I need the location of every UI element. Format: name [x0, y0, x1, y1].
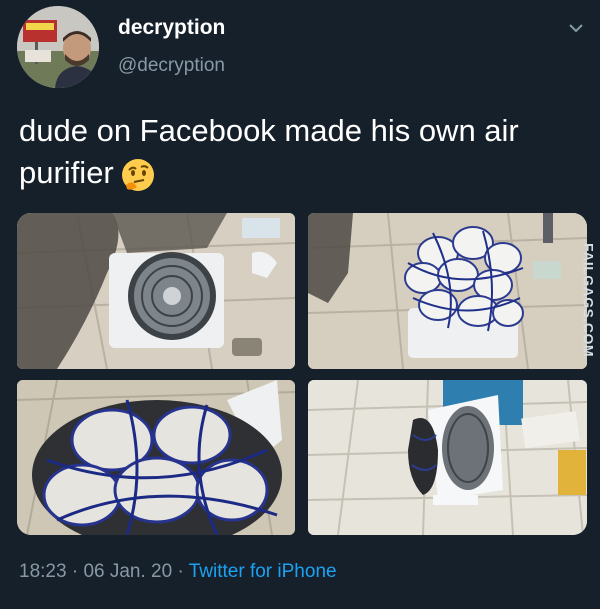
user-handle[interactable]: @decryption	[118, 55, 225, 77]
photo-masks-net[interactable]	[308, 213, 587, 369]
tweet-time[interactable]: 18:23	[19, 561, 67, 582]
avatar[interactable]	[17, 6, 99, 88]
tweet-body: dude on Facebook made his own air purifi…	[19, 113, 519, 190]
tweet-meta: 18:23 · 06 Jan. 20 · Twitter for iPhone	[19, 561, 337, 583]
chevron-down-icon[interactable]	[566, 22, 586, 36]
meta-separator-2: ·	[172, 561, 189, 582]
thinking-face-icon	[120, 157, 156, 193]
tweet-text: dude on Facebook made his own air purifi…	[19, 110, 579, 194]
avatar-photo-icon	[17, 6, 99, 88]
meta-separator: ·	[66, 561, 84, 582]
photo-fan-side[interactable]	[308, 380, 587, 535]
tweet-date[interactable]: 06 Jan. 20	[83, 561, 172, 582]
watermark: FAILGAGS.COM	[572, 232, 597, 367]
display-name[interactable]: decryption	[118, 16, 225, 40]
tweet-source-link[interactable]: Twitter for iPhone	[189, 561, 337, 582]
watermark-text: FAILGAGS.COM	[580, 242, 597, 358]
photo-masks-closeup[interactable]	[17, 380, 295, 535]
photo-fan-on-floor[interactable]	[17, 213, 295, 369]
photo-grid	[17, 213, 587, 535]
tweet-card: decryption @decryption dude on Facebook …	[0, 0, 600, 609]
